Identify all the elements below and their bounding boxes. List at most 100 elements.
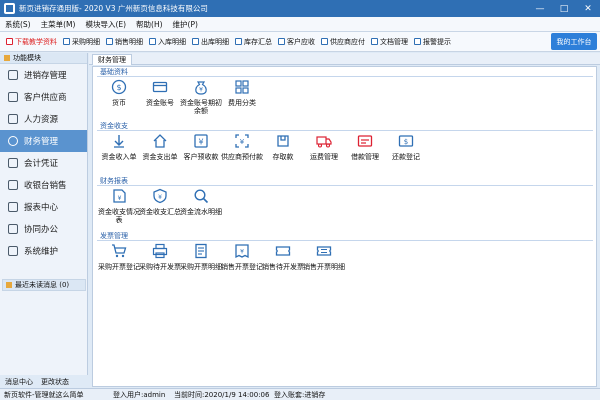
customer-prepay-button[interactable]: ¥ 客户预收款 — [179, 132, 223, 161]
invoice-detail-icon — [192, 242, 210, 260]
svg-text:¥: ¥ — [198, 138, 203, 147]
ticket-icon — [274, 242, 292, 260]
minimize-icon[interactable]: — — [528, 0, 552, 17]
menu-main[interactable]: 主菜单(M) — [36, 19, 81, 30]
sidebar-item-inventory[interactable]: 进销存管理 — [0, 64, 87, 86]
deposit-icon — [274, 132, 292, 150]
deposit-button[interactable]: 存取款 — [261, 132, 305, 161]
svg-text:¥: ¥ — [199, 87, 203, 94]
svg-text:$: $ — [404, 138, 408, 146]
status-account: 登入账套:进销存 — [274, 390, 326, 399]
inventory-icon — [8, 70, 18, 80]
loan-button[interactable]: 借款管理 — [343, 132, 387, 161]
inbound-detail-button[interactable]: 入库明细 — [149, 37, 186, 47]
unread-messages[interactable]: 最近未读消息 (0) — [2, 279, 86, 291]
sidebar-item-maintenance[interactable]: 系统维护 — [0, 240, 87, 262]
menu-maintain[interactable]: 维护(P) — [168, 19, 203, 30]
sidebar-item-pos[interactable]: 收银台销售 — [0, 174, 87, 196]
document-button[interactable]: 文档管理 — [371, 37, 408, 47]
monitor-icon — [8, 202, 18, 212]
menu-import[interactable]: 模块导入(E) — [80, 19, 131, 30]
receivable-button[interactable]: 客户应收 — [278, 37, 315, 47]
finance-icon — [8, 136, 18, 146]
svg-text:¥: ¥ — [240, 138, 245, 146]
truck-icon — [315, 132, 333, 150]
module-icon — [4, 55, 10, 61]
finance-panel: 基础资料 $ 货币 资金账号 ¥ 资金账号期初余额 费用分类 资金收支 资金收入… — [92, 66, 597, 387]
purchase-detail-button[interactable]: 采购明细 — [63, 37, 100, 47]
sidebar-item-voucher[interactable]: 会计凭证 — [0, 152, 87, 174]
alarm-icon — [414, 38, 421, 45]
repay-button[interactable]: $ 还款登记 — [384, 132, 428, 161]
section-title: 发票管理 — [97, 232, 593, 241]
purchase-icon — [63, 38, 70, 45]
outbound-detail-button[interactable]: 出库明细 — [192, 37, 229, 47]
status-slogan: 新页软件-管理就这么简单 — [4, 390, 84, 399]
status-time: 当前时间:2020/1/9 14:00:06 — [174, 390, 270, 399]
currency-button[interactable]: $ 货币 — [97, 78, 141, 107]
menu-system[interactable]: 系统(S) — [0, 19, 36, 30]
toolbar: 下载教学资料 采购明细 销售明细 入库明细 出库明细 库存汇总 客户应收 供应商… — [0, 32, 600, 52]
supplier-prepay-button[interactable]: ¥ 供应商预付款 — [220, 132, 264, 161]
fund-expense-button[interactable]: 资金支出单 — [138, 132, 182, 161]
section-title: 财务报表 — [97, 177, 593, 186]
fund-income-button[interactable]: 资金收入单 — [97, 132, 141, 161]
cashflow-detail-button[interactable]: 资金流水明细 — [179, 187, 223, 216]
sidebar-header: 功能模块 — [0, 53, 87, 64]
sidebar-item-finance[interactable]: 财务管理 — [0, 130, 87, 152]
window-controls: — □ ✕ — [528, 0, 600, 17]
cashflow-report-button[interactable]: ¥ 资金收支情况表 — [97, 187, 141, 224]
menu-help[interactable]: 帮助(H) — [131, 19, 168, 30]
sales-invoice-register-button[interactable]: ¥ 销售开票登记 — [220, 242, 264, 271]
inbound-icon — [149, 38, 156, 45]
sales-detail-button[interactable]: 销售明细 — [106, 37, 143, 47]
tab-finance[interactable]: 财务管理 — [92, 54, 132, 65]
sidebar-bottom: 消息中心 更改状态 — [0, 376, 88, 388]
purchase-pending-invoice-button[interactable]: 采购待开发票 — [138, 242, 182, 271]
income-icon — [110, 132, 128, 150]
sidebar-item-reports[interactable]: 报表中心 — [0, 196, 87, 218]
collab-icon — [8, 224, 18, 234]
maximize-icon[interactable]: □ — [552, 0, 576, 17]
opening-balance-button[interactable]: ¥ 资金账号期初余额 — [179, 78, 223, 115]
document-icon — [371, 38, 378, 45]
svg-text:¥: ¥ — [240, 249, 244, 256]
status-bar: 新页软件-管理就这么简单 登入用户:admin 当前时间:2020/1/9 14… — [0, 388, 600, 400]
alarm-button[interactable]: 报警提示 — [414, 37, 451, 47]
stock-summary-button[interactable]: 库存汇总 — [235, 37, 272, 47]
message-center-link[interactable]: 消息中心 — [5, 377, 33, 387]
window-title: 新页进销存通用版- 2020 V3 广州新页信息科技有限公司 — [19, 4, 208, 13]
status-user: 登入用户:admin — [113, 390, 166, 399]
fund-account-button[interactable]: 资金账号 — [138, 78, 182, 107]
change-status-link[interactable]: 更改状态 — [41, 377, 69, 387]
customer-prepay-icon: ¥ — [192, 132, 210, 150]
wrench-icon — [8, 246, 18, 256]
sales-invoice-detail-button[interactable]: 销售开票明细 — [302, 242, 346, 271]
loan-icon — [356, 132, 374, 150]
close-icon[interactable]: ✕ — [576, 0, 600, 17]
sidebar-item-collab[interactable]: 协同办公 — [0, 218, 87, 240]
freight-button[interactable]: 运费管理 — [302, 132, 346, 161]
coin-icon: $ — [110, 78, 128, 96]
payable-icon — [321, 38, 328, 45]
app-logo-icon — [4, 3, 15, 14]
sales-pending-invoice-button[interactable]: 销售待开发票 — [261, 242, 305, 271]
moneybag-icon: ¥ — [192, 78, 210, 96]
purchase-invoice-register-button[interactable]: 采购开票登记 — [97, 242, 141, 271]
sidebar-item-customers[interactable]: 客户供应商 — [0, 86, 87, 108]
download-materials-button[interactable]: 下载教学资料 — [6, 37, 57, 47]
voucher-icon — [8, 158, 18, 168]
section-basic: 基础资料 $ 货币 资金账号 ¥ 资金账号期初余额 费用分类 — [97, 68, 593, 130]
my-workbench-button[interactable]: 我的工作台 — [551, 33, 597, 50]
svg-text:$: $ — [116, 83, 121, 92]
repay-icon: $ — [397, 132, 415, 150]
purchase-invoice-detail-button[interactable]: 采购开票明细 — [179, 242, 223, 271]
title-bar: 新页进销存通用版- 2020 V3 广州新页信息科技有限公司 — □ ✕ — [0, 0, 600, 17]
svg-text:¥: ¥ — [158, 194, 162, 201]
expense-category-button[interactable]: 费用分类 — [220, 78, 264, 107]
stock-icon — [235, 38, 242, 45]
payable-button[interactable]: 供应商应付 — [321, 37, 365, 47]
cashflow-summary-button[interactable]: ¥ 资金收支汇总 — [138, 187, 182, 216]
sidebar-item-hr[interactable]: 人力资源 — [0, 108, 87, 130]
pos-icon — [8, 180, 18, 190]
